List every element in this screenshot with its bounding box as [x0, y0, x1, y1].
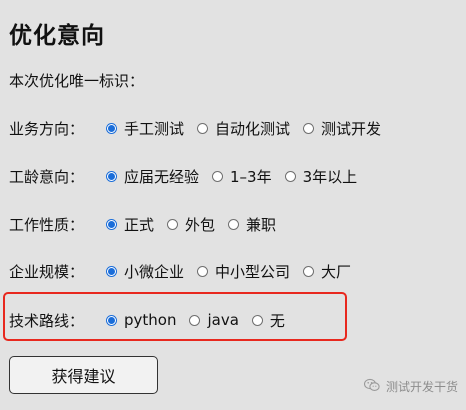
radio-option-medium-company[interactable]: 中小型公司	[197, 261, 290, 282]
radio-option-big-company[interactable]: 大厂	[303, 261, 351, 282]
business-direction-label: 业务方向：	[9, 119, 85, 138]
radio-unchecked-icon[interactable]	[212, 170, 224, 182]
row-tech-route: 技术路线： python java 无	[9, 308, 298, 332]
radio-option-full-time[interactable]: 正式	[106, 214, 154, 235]
row-company-size: 企业规模： 小微企业 中小型公司 大厂	[9, 259, 364, 283]
row-work-experience: 工龄意向： 应届无经验 1–3年 3年以上	[9, 164, 370, 188]
radio-unchecked-icon[interactable]	[303, 122, 315, 134]
radio-unchecked-icon[interactable]	[197, 122, 209, 134]
radio-option-small-company[interactable]: 小微企业	[106, 261, 184, 282]
radio-unchecked-icon[interactable]	[228, 218, 240, 230]
radio-option-none[interactable]: 无	[251, 310, 285, 331]
radio-option-part-time[interactable]: 兼职	[228, 214, 276, 235]
watermark: 测试开发干货	[363, 378, 459, 395]
option-label: 大厂	[321, 262, 352, 281]
radio-unchecked-icon[interactable]	[197, 265, 209, 277]
get-advice-button[interactable]: 获得建议	[9, 356, 158, 394]
option-label: 无	[269, 311, 285, 330]
option-label: 外包	[185, 215, 216, 234]
option-label: 小微企业	[124, 262, 185, 281]
watermark-text: 测试开发干货	[386, 380, 459, 394]
radio-option-fresh-graduate[interactable]: 应届无经验	[106, 166, 199, 187]
radio-option-automation-testing[interactable]: 自动化测试	[197, 118, 290, 139]
option-label: 3年以上	[302, 167, 358, 186]
page-title: 优化意向	[9, 23, 105, 49]
radio-option-test-development[interactable]: 测试开发	[303, 118, 381, 139]
company-size-label: 企业规模：	[9, 262, 85, 281]
tech-route-label: 技术路线：	[9, 311, 85, 330]
option-label: 自动化测试	[215, 119, 291, 138]
wechat-icon	[363, 378, 380, 395]
radio-option-manual-testing[interactable]: 手工测试	[106, 118, 184, 139]
row-job-type: 工作性质： 正式 外包 兼职	[9, 212, 289, 236]
option-label: 兼职	[246, 215, 277, 234]
radio-checked-icon[interactable]	[106, 170, 117, 182]
radio-option-python[interactable]: python	[106, 311, 176, 329]
radio-option-1-3-years[interactable]: 1–3年	[212, 166, 272, 187]
option-label: python	[124, 311, 177, 329]
option-label: 1–3年	[230, 167, 272, 186]
radio-option-outsourcing[interactable]: 外包	[167, 214, 215, 235]
radio-checked-icon[interactable]	[106, 218, 117, 230]
option-label: 正式	[124, 215, 155, 234]
option-label: java	[207, 311, 239, 329]
radio-option-java[interactable]: java	[189, 311, 239, 329]
radio-checked-icon[interactable]	[106, 265, 117, 277]
radio-checked-icon[interactable]	[106, 314, 117, 326]
radio-option-3-plus-years[interactable]: 3年以上	[284, 166, 358, 187]
radio-unchecked-icon[interactable]	[167, 218, 179, 230]
option-label: 应届无经验	[124, 167, 200, 186]
option-label: 手工测试	[124, 119, 185, 138]
radio-unchecked-icon[interactable]	[251, 314, 263, 326]
work-experience-label: 工龄意向：	[9, 167, 85, 186]
radio-unchecked-icon[interactable]	[189, 314, 201, 326]
radio-unchecked-icon[interactable]	[284, 170, 296, 182]
job-type-label: 工作性质：	[9, 215, 85, 234]
row-business-direction: 业务方向： 手工测试 自动化测试 测试开发	[9, 116, 394, 140]
option-label: 测试开发	[321, 119, 382, 138]
option-label: 中小型公司	[215, 262, 291, 281]
radio-unchecked-icon[interactable]	[303, 265, 315, 277]
radio-checked-icon[interactable]	[106, 122, 117, 134]
unique-id-label: 本次优化唯一标识：	[9, 72, 145, 90]
